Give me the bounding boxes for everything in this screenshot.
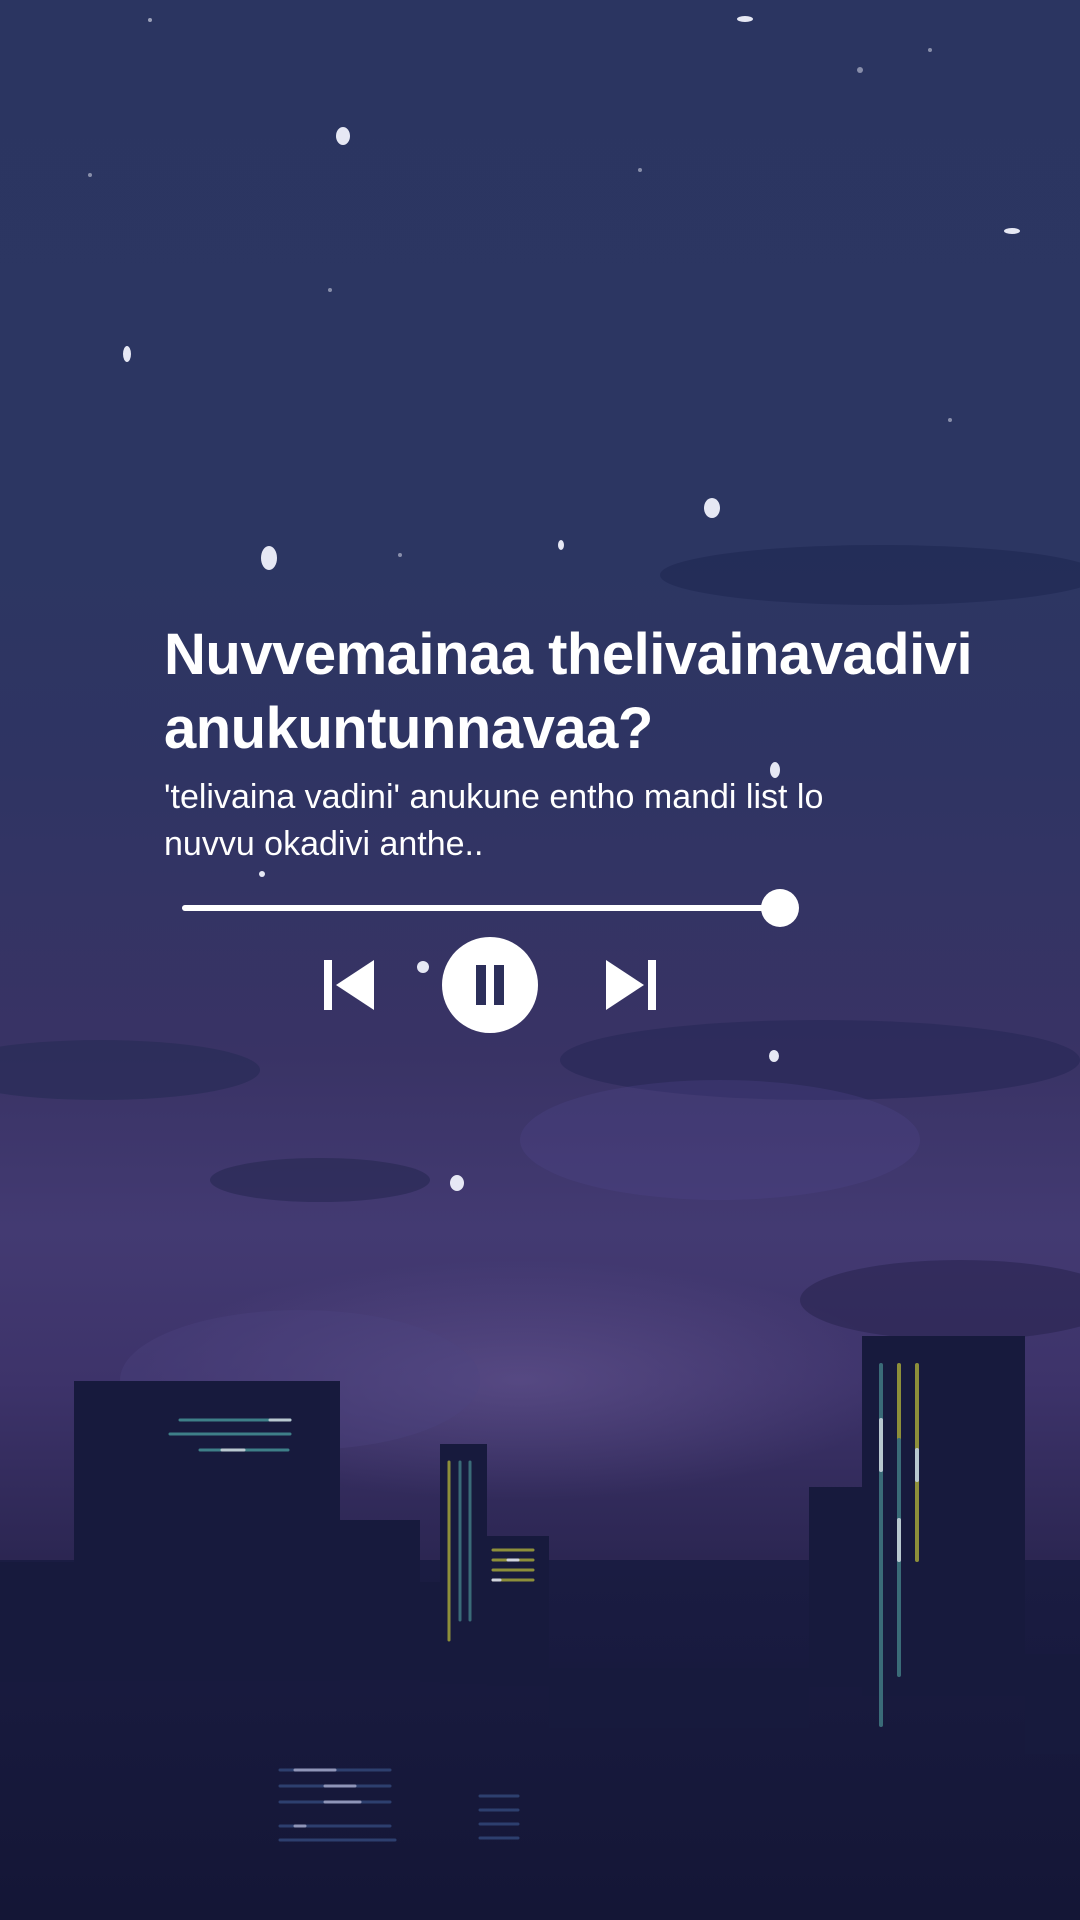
pause-icon (476, 965, 504, 1005)
pause-button[interactable] (442, 937, 538, 1033)
track-info: Nuvvemainaa thelivainavadivi anukuntunna… (164, 618, 1004, 868)
track-subtitle: 'telivaina vadini' anukune entho mandi l… (164, 778, 824, 863)
window-lights (168, 1363, 919, 1842)
playback-controls (300, 935, 680, 1035)
skip-next-icon (606, 960, 656, 1010)
next-button[interactable] (604, 958, 658, 1012)
progress-thumb[interactable] (760, 889, 799, 927)
city-skyline (0, 1336, 1080, 1920)
track-title: Nuvvemainaa thelivainavadivi anukuntunna… (164, 622, 973, 761)
progress-fill (182, 905, 780, 911)
skip-previous-icon (324, 960, 374, 1010)
progress-slider[interactable] (182, 888, 799, 928)
previous-button[interactable] (322, 958, 376, 1012)
